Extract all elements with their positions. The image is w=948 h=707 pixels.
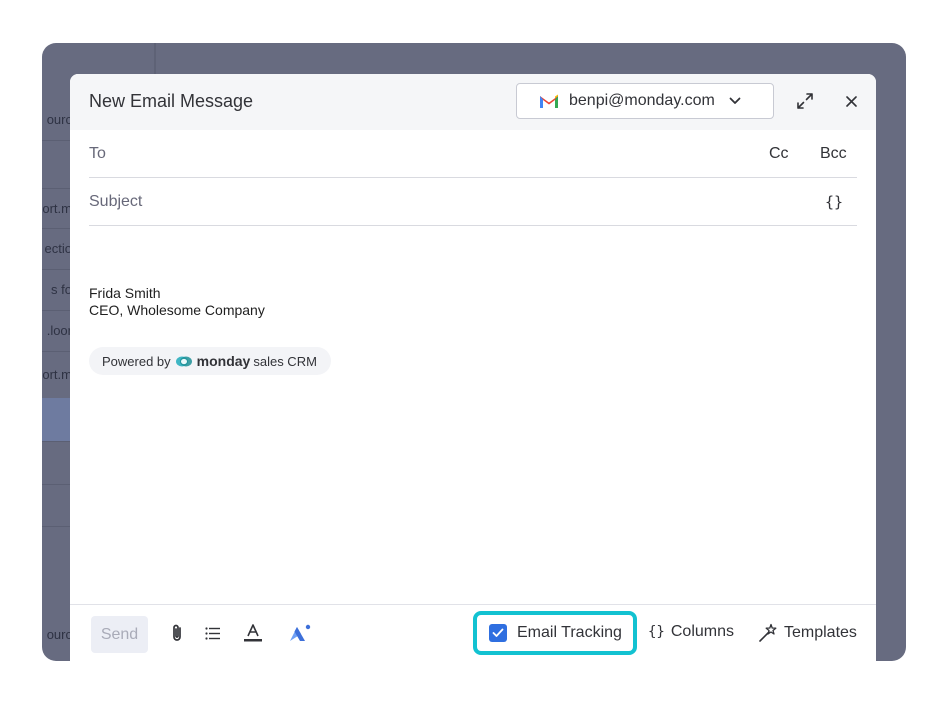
compose-toolbar: Send Email Tracking {} Columns Templates: [70, 604, 876, 661]
columns-button[interactable]: {} Columns: [648, 623, 734, 641]
close-icon[interactable]: [846, 96, 857, 107]
powered-by-prefix: Powered by: [102, 353, 171, 369]
background-row: [42, 441, 72, 485]
monday-logo-icon: [175, 356, 192, 366]
send-button[interactable]: Send: [91, 616, 148, 653]
background-row: ort.m: [42, 188, 72, 229]
email-tracking-label: Email Tracking: [517, 624, 622, 641]
powered-by-suffix: sales CRM: [253, 353, 317, 369]
background-row: ort.m: [42, 351, 72, 399]
subject-field[interactable]: Subject {}: [89, 178, 857, 226]
to-field[interactable]: To Cc Bcc: [89, 130, 857, 178]
columns-label: Columns: [670, 623, 734, 640]
email-signature[interactable]: Frida Smith CEO, Wholesome Company: [89, 285, 265, 319]
cc-button[interactable]: Cc: [769, 145, 789, 163]
chevron-down-icon: [729, 97, 741, 104]
email-tracking-checkbox[interactable]: [489, 624, 507, 642]
powered-by-brand: monday: [196, 353, 251, 369]
templates-label: Templates: [784, 624, 857, 641]
text-color-icon[interactable]: [243, 623, 263, 643]
background-row: ourc: [46, 626, 72, 642]
background-row: .loor: [42, 310, 72, 352]
insert-variable-button[interactable]: {}: [825, 193, 843, 211]
email-compose-dialog: New Email Message benpi@monday.com To Cc…: [70, 74, 876, 661]
background-row-selected: [42, 398, 72, 442]
signature-name: Frida Smith: [89, 285, 161, 301]
list-icon[interactable]: [205, 627, 220, 640]
dialog-title: New Email Message: [89, 91, 254, 111]
checkmark-icon: [492, 628, 504, 637]
attachment-icon[interactable]: [170, 623, 184, 643]
background-row: [42, 484, 72, 527]
background-row: [42, 140, 72, 189]
gmail-icon: [540, 94, 558, 108]
background-row: s fo: [42, 269, 72, 311]
expand-icon[interactable]: [796, 92, 814, 110]
dialog-header: New Email Message benpi@monday.com: [70, 74, 876, 130]
ai-assistant-icon[interactable]: [288, 623, 312, 643]
subject-label: Subject: [89, 193, 143, 210]
powered-by-badge: Powered by monday sales CRM: [89, 347, 331, 375]
signature-title: CEO, Wholesome Company: [89, 302, 265, 318]
to-label: To: [89, 145, 106, 162]
background-column-divider: [154, 43, 156, 74]
sender-account-select[interactable]: benpi@monday.com: [516, 83, 774, 119]
email-tracking-toggle[interactable]: Email Tracking: [473, 611, 637, 655]
columns-braces-icon: {}: [648, 624, 665, 640]
background-row: ourc: [42, 99, 72, 141]
bcc-button[interactable]: Bcc: [820, 145, 847, 163]
templates-button[interactable]: Templates: [758, 623, 857, 643]
sender-account-email: benpi@monday.com: [569, 92, 715, 109]
background-row: ectio: [42, 228, 72, 270]
templates-wand-icon: [759, 623, 777, 642]
